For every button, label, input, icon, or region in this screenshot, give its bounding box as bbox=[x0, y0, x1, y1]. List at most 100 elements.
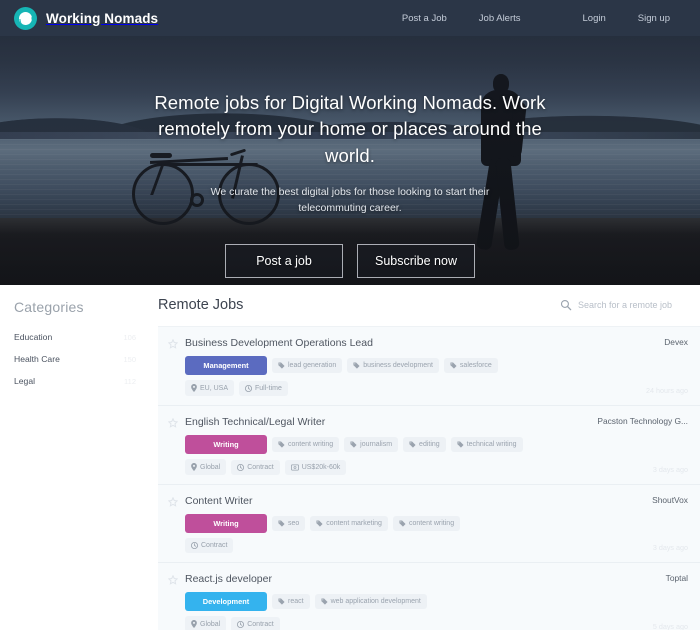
job-location-label: EU, USA bbox=[200, 384, 229, 392]
job-meta-row: Contract bbox=[185, 538, 688, 553]
job-category-badge[interactable]: Writing bbox=[185, 514, 267, 533]
job-salary-label: US$20k-60k bbox=[301, 463, 341, 471]
subscribe-now-button[interactable]: Subscribe now bbox=[357, 244, 475, 279]
nav-item-signup[interactable]: Sign up bbox=[622, 13, 686, 24]
jobs-main-column: Remote Jobs Business Development Operati… bbox=[148, 285, 700, 630]
search-box[interactable] bbox=[560, 299, 698, 311]
job-location-label: Global bbox=[200, 463, 221, 471]
clock-icon bbox=[245, 384, 253, 392]
job-type-label: Contract bbox=[247, 620, 274, 628]
hero-title: Remote jobs for Digital Working Nomads. … bbox=[154, 92, 546, 166]
job-company: Pacston Technology G... bbox=[597, 416, 688, 426]
sidebar-item-legal[interactable]: Legal 112 bbox=[14, 370, 136, 392]
sidebar-item-health-care[interactable]: Health Care 150 bbox=[14, 348, 136, 370]
job-tag-label: content marketing bbox=[326, 520, 382, 527]
hero-banner: Remote jobs for Digital Working Nomads. … bbox=[0, 36, 700, 285]
job-location-chip: Global bbox=[185, 616, 227, 630]
job-title[interactable]: React.js developer bbox=[185, 573, 656, 585]
job-category-badge[interactable]: Management bbox=[185, 356, 267, 375]
job-type-chip: Contract bbox=[231, 459, 280, 475]
job-card[interactable]: React.js developer Toptal Development re… bbox=[158, 563, 700, 630]
clock-icon bbox=[237, 463, 245, 471]
job-tag-label: editing bbox=[419, 441, 440, 448]
category-count: 106 bbox=[123, 332, 136, 342]
job-category-badge[interactable]: Development bbox=[185, 592, 267, 611]
job-card[interactable]: Content Writer ShoutVox Writing seo cont… bbox=[158, 485, 700, 563]
job-tag[interactable]: content marketing bbox=[310, 516, 388, 531]
clock-icon bbox=[191, 542, 198, 549]
hero-subtitle: We curate the best digital jobs for thos… bbox=[210, 185, 490, 215]
star-icon[interactable] bbox=[168, 339, 178, 349]
job-title[interactable]: Business Development Operations Lead bbox=[185, 337, 654, 349]
job-tag-label: content writing bbox=[408, 520, 455, 527]
job-tag[interactable]: content writing bbox=[392, 516, 461, 531]
tag-icon bbox=[450, 362, 457, 369]
category-count: 150 bbox=[123, 354, 136, 364]
hero-actions: Post a job Subscribe now bbox=[0, 244, 700, 279]
location-icon bbox=[191, 463, 197, 471]
category-label: Education bbox=[14, 332, 53, 342]
clock-icon bbox=[237, 620, 245, 628]
job-title[interactable]: Content Writer bbox=[185, 495, 642, 507]
star-icon[interactable] bbox=[168, 575, 178, 585]
star-icon[interactable] bbox=[168, 497, 178, 507]
jobs-header: Remote Jobs bbox=[158, 297, 700, 313]
job-title[interactable]: English Technical/Legal Writer bbox=[185, 416, 587, 428]
job-tag[interactable]: web application development bbox=[314, 594, 427, 609]
tag-icon bbox=[321, 598, 328, 605]
page-title: Remote Jobs bbox=[158, 297, 244, 313]
job-tag[interactable]: business development bbox=[347, 358, 439, 373]
job-tag[interactable]: seo bbox=[272, 516, 306, 531]
job-tag-row: Management lead generation business deve… bbox=[185, 356, 688, 375]
job-location-chip: Global bbox=[185, 459, 227, 475]
job-tag-label: salesforce bbox=[459, 362, 492, 369]
job-type-chip: Contract bbox=[185, 538, 234, 553]
search-input[interactable] bbox=[578, 300, 698, 310]
nomad-circle-logo-icon bbox=[14, 6, 37, 30]
job-tag-label: web application development bbox=[330, 598, 421, 605]
salary-icon bbox=[290, 464, 299, 470]
job-tag[interactable]: editing bbox=[403, 437, 446, 452]
tag-icon bbox=[278, 598, 285, 605]
job-tag-label: seo bbox=[288, 520, 300, 527]
sidebar-item-education[interactable]: Education 106 bbox=[14, 326, 136, 348]
nav-item-login[interactable]: Login bbox=[567, 13, 622, 24]
job-meta-row: Global Contract US$20k-60k bbox=[185, 459, 688, 475]
job-posted-time: 3 days ago bbox=[652, 465, 688, 474]
search-icon bbox=[560, 299, 572, 311]
page-body: Categories Education 106 Health Care 150… bbox=[0, 285, 700, 630]
job-tag-row: Writing seo content marketing content wr… bbox=[185, 514, 688, 533]
job-type-chip: Contract bbox=[231, 616, 280, 630]
job-tag[interactable]: content writing bbox=[272, 437, 340, 452]
job-tag-label: business development bbox=[363, 362, 433, 369]
tag-icon bbox=[350, 441, 357, 448]
post-a-job-button[interactable]: Post a job bbox=[225, 244, 343, 279]
job-type-chip: Full-time bbox=[239, 380, 288, 396]
job-tag[interactable]: technical writing bbox=[450, 437, 523, 452]
categories-sidebar: Categories Education 106 Health Care 150… bbox=[0, 285, 148, 630]
job-tag[interactable]: journalism bbox=[344, 437, 399, 452]
job-tag[interactable]: react bbox=[272, 594, 310, 609]
tag-icon bbox=[353, 362, 360, 369]
job-category-badge[interactable]: Writing bbox=[185, 435, 267, 454]
category-label: Health Care bbox=[14, 354, 60, 364]
tag-icon bbox=[278, 520, 285, 527]
tag-icon bbox=[457, 441, 464, 448]
job-card[interactable]: Business Development Operations Lead Dev… bbox=[158, 327, 700, 406]
job-tag-label: lead generation bbox=[288, 362, 337, 369]
auth-links: Login Sign up bbox=[567, 13, 686, 24]
brand-name: Working Nomads bbox=[46, 10, 159, 26]
job-tag[interactable]: salesforce bbox=[443, 358, 498, 373]
star-icon[interactable] bbox=[168, 418, 178, 428]
job-meta-row: EU, USA Full-time bbox=[185, 380, 688, 396]
nav-item-job-alerts[interactable]: Job Alerts bbox=[463, 13, 537, 24]
job-location-chip: EU, USA bbox=[185, 380, 235, 396]
job-tag[interactable]: lead generation bbox=[272, 358, 343, 373]
job-tag-label: journalism bbox=[360, 441, 393, 448]
nav-item-post-a-job[interactable]: Post a Job bbox=[386, 13, 463, 24]
brand-logo-link[interactable]: Working Nomads bbox=[14, 6, 159, 30]
job-card[interactable]: English Technical/Legal Writer Pacston T… bbox=[158, 406, 700, 485]
job-posted-time: 5 days ago bbox=[652, 622, 688, 630]
job-salary-chip: US$20k-60k bbox=[284, 459, 347, 475]
location-icon bbox=[191, 620, 197, 628]
